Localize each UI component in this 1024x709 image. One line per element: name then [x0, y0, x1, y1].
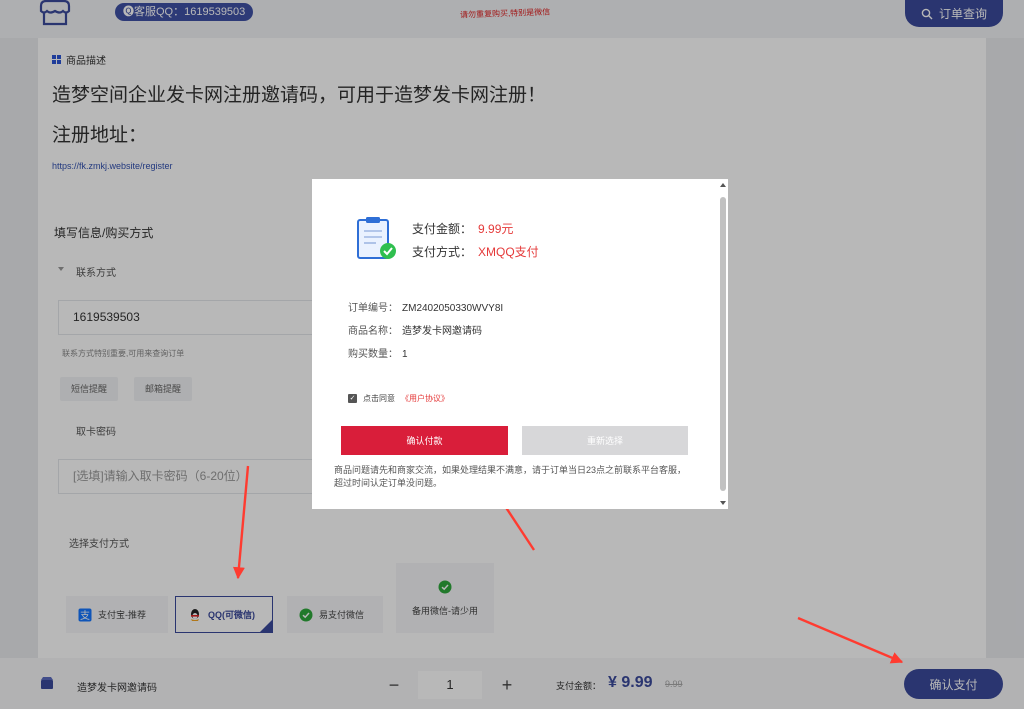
- product-name-row: 商品名称： 造梦发卡网邀请码: [348, 322, 482, 337]
- scroll-down-arrow-icon[interactable]: [720, 501, 726, 505]
- modal-method-value: XMQQ支付: [478, 245, 539, 259]
- scrollbar-thumb[interactable]: [720, 197, 726, 491]
- order-clipboard-icon: [357, 217, 396, 259]
- confirm-payment-button[interactable]: 确认付款: [341, 426, 508, 455]
- reselect-button[interactable]: 重新选择: [522, 426, 688, 455]
- modal-method-row: 支付方式： XMQQ支付: [412, 243, 539, 260]
- quantity-label: 购买数量：: [348, 349, 398, 360]
- payment-confirm-modal: 支付金额： 9.99元 支付方式： XMQQ支付 订单编号： ZM2402050330…: [312, 179, 728, 509]
- modal-notice-text: 商品问题请先和商家交流，如果处理结果不满意，请于订单当日23点之前联系平台客服，…: [334, 465, 687, 488]
- agreement-checkbox[interactable]: ✓: [348, 394, 357, 403]
- agreement-row: ✓ 点击同意 《用户协议》: [348, 393, 449, 404]
- scroll-up-arrow-icon[interactable]: [720, 183, 726, 187]
- modal-amount-row: 支付金额： 9.99元: [412, 220, 513, 237]
- modal-scrollbar[interactable]: [720, 183, 726, 505]
- quantity-row: 购买数量： 1: [348, 345, 408, 360]
- order-number-row: 订单编号： ZM2402050330WVY8I: [348, 299, 503, 314]
- product-name-label: 商品名称：: [348, 326, 398, 337]
- modal-amount-label: 支付金额：: [412, 222, 473, 236]
- user-agreement-link[interactable]: 《用户协议》: [401, 393, 449, 404]
- order-number-label: 订单编号：: [348, 303, 398, 314]
- order-number-value: ZM2402050330WVY8I: [402, 303, 504, 314]
- product-name-value: 造梦发卡网邀请码: [402, 326, 482, 337]
- modal-method-label: 支付方式：: [412, 245, 473, 259]
- quantity-value: 1: [402, 349, 408, 360]
- agreement-text: 点击同意: [363, 394, 395, 403]
- modal-amount-value: 9.99元: [478, 222, 514, 236]
